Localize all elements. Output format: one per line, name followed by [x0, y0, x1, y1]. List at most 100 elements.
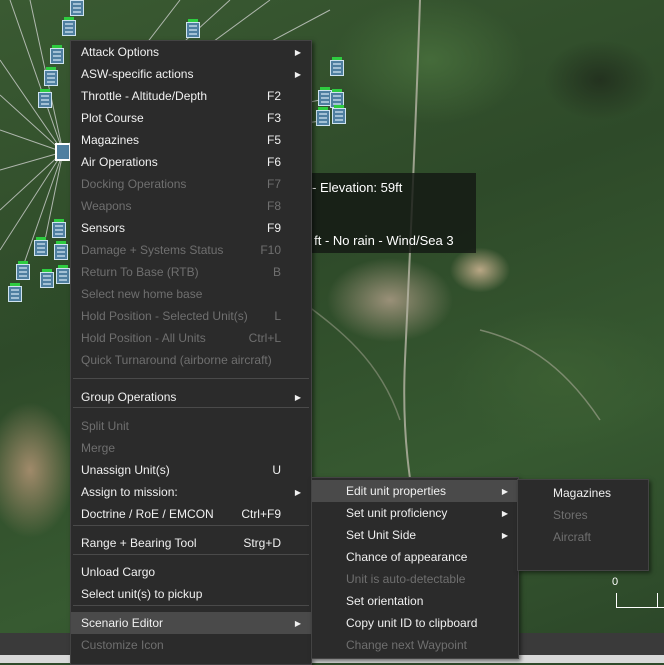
- menu-item-label: Damage + Systems Status: [81, 243, 224, 257]
- unit-icon[interactable]: [16, 261, 30, 280]
- unit-icon[interactable]: [44, 67, 58, 86]
- unit-icon[interactable]: [62, 17, 76, 36]
- menu-item-split-unit[interactable]: Split Unit: [71, 415, 311, 437]
- shortcut-label: F5: [266, 133, 281, 147]
- menu-item-customize-icon[interactable]: Customize Icon: [71, 634, 311, 656]
- menu-item-label: Aircraft: [553, 530, 592, 544]
- selected-unit-icon[interactable]: [55, 143, 71, 161]
- elevation-text: - Elevation: 59ft: [312, 180, 403, 195]
- menu-item-label: Hold Position - Selected Unit(s): [81, 309, 248, 323]
- menu-item-label: Attack Options: [81, 45, 160, 59]
- menu-item-stores[interactable]: Stores: [518, 504, 648, 526]
- unit-icon[interactable]: [56, 265, 70, 284]
- shortcut-label: L: [274, 309, 281, 323]
- menu-item-group-operations[interactable]: Group Operations ▶: [71, 386, 311, 408]
- shortcut-label: F3: [266, 111, 281, 125]
- menu-item-merge[interactable]: Merge: [71, 437, 311, 459]
- menu-separator: [73, 605, 309, 606]
- menu-item-edit-unit-properties[interactable]: Edit unit properties ▶: [312, 480, 518, 502]
- menu-item-doctrine-roe-emcon[interactable]: Doctrine / RoE / EMCON Ctrl+F9: [71, 503, 311, 525]
- submenu-arrow-icon: ▶: [294, 487, 301, 497]
- submenu-arrow-icon: ▶: [294, 618, 301, 628]
- menu-item-weapons[interactable]: Weapons F8: [71, 195, 311, 217]
- shortcut-label: F8: [266, 199, 281, 213]
- menu-item-label: Merge: [81, 441, 116, 455]
- menu-item-set-orientation[interactable]: Set orientation: [312, 590, 518, 612]
- menu-item-sensors[interactable]: Sensors F9: [71, 217, 311, 239]
- menu-item-label: Unassign Unit(s): [81, 463, 170, 477]
- menu-item-asw-specific-actions[interactable]: ASW-specific actions ▶: [71, 63, 311, 85]
- menu-item-throttle-altitude-depth[interactable]: Throttle - Altitude/Depth F2: [71, 85, 311, 107]
- menu-item-chance-of-appearance[interactable]: Chance of appearance: [312, 546, 518, 568]
- menu-item-return-to-base-rtb[interactable]: Return To Base (RTB) B: [71, 261, 311, 283]
- shortcut-label: F7: [266, 177, 281, 191]
- menu-item-label: Sensors: [81, 221, 126, 235]
- shortcut-label: F2: [266, 89, 281, 103]
- menu-item-copy-unit-id-to-clipboard[interactable]: Copy unit ID to clipboard: [312, 612, 518, 634]
- menu-item-label: Plot Course: [81, 111, 144, 125]
- menu-item-quick-turnaround-airborne-aircraft[interactable]: Quick Turnaround (airborne aircraft): [71, 349, 311, 371]
- menu-item-label: Weapons: [81, 199, 132, 213]
- shortcut-label: B: [272, 265, 281, 279]
- menu-item-label: Chance of appearance: [346, 550, 468, 564]
- menu-item-label: Set unit proficiency: [346, 506, 448, 520]
- unit-icon[interactable]: [54, 241, 68, 260]
- shortcut-label: F10: [260, 243, 281, 257]
- menu-item-change-next-waypoint[interactable]: Change next Waypoint: [312, 634, 518, 656]
- unit-icon[interactable]: [8, 283, 22, 302]
- menu-item-assign-to-mission[interactable]: Assign to mission: ▶: [71, 481, 311, 503]
- menu-item-label: Quick Turnaround (airborne aircraft): [81, 353, 272, 367]
- menu-item-air-operations[interactable]: Air Operations F6: [71, 151, 311, 173]
- menu-item-label: Select new home base: [81, 287, 203, 301]
- menu-item-label: Range + Bearing Tool: [81, 536, 197, 550]
- unit-icon[interactable]: [40, 269, 54, 288]
- unit-icon[interactable]: [38, 89, 52, 108]
- menu-item-label: Unload Cargo: [81, 565, 156, 579]
- unit-icon[interactable]: [186, 19, 200, 38]
- menu-item-set-unit-proficiency[interactable]: Set unit proficiency ▶: [312, 502, 518, 524]
- weather-text: k ft - No rain - Wind/Sea 3: [304, 233, 454, 248]
- menu-item-select-unit-s-to-pickup[interactable]: Select unit(s) to pickup: [71, 583, 311, 605]
- menu-item-magazines[interactable]: Magazines F5: [71, 129, 311, 151]
- menu-item-plot-course[interactable]: Plot Course F3: [71, 107, 311, 129]
- submenu-arrow-icon: ▶: [501, 530, 508, 540]
- menu-item-label: Group Operations: [81, 390, 177, 404]
- menu-item-docking-operations[interactable]: Docking Operations F7: [71, 173, 311, 195]
- menu-item-unload-cargo[interactable]: Unload Cargo: [71, 561, 311, 583]
- menu-item-hold-position-all-units[interactable]: Hold Position - All Units Ctrl+L: [71, 327, 311, 349]
- unit-icon[interactable]: [316, 107, 330, 126]
- scale-label: 0: [612, 576, 619, 588]
- unit-icon[interactable]: [34, 237, 48, 256]
- menu-item-unassign-unit-s[interactable]: Unassign Unit(s) U: [71, 459, 311, 481]
- menu-item-label: Return To Base (RTB): [81, 265, 199, 279]
- edit-unit-properties-submenu: Magazines Stores Aircraft: [517, 479, 649, 571]
- menu-item-magazines[interactable]: Magazines: [518, 482, 648, 504]
- menu-item-scenario-editor[interactable]: Scenario Editor ▶: [71, 612, 311, 634]
- menu-item-aircraft[interactable]: Aircraft: [518, 526, 648, 548]
- unit-icon[interactable]: [50, 45, 64, 64]
- menu-separator: [73, 554, 309, 555]
- unit-icon[interactable]: [332, 105, 346, 124]
- menu-item-label: Throttle - Altitude/Depth: [81, 89, 208, 103]
- menu-separator: [73, 525, 309, 526]
- unit-icon[interactable]: [52, 219, 66, 238]
- menu-item-unit-is-auto-detectable[interactable]: Unit is auto-detectable: [312, 568, 518, 590]
- shortcut-label: Strg+D: [243, 536, 281, 550]
- unit-icon[interactable]: [70, 0, 84, 16]
- shortcut-label: F9: [266, 221, 281, 235]
- menu-item-damage-systems-status[interactable]: Damage + Systems Status F10: [71, 239, 311, 261]
- menu-separator: [73, 378, 309, 379]
- menu-item-set-unit-side[interactable]: Set Unit Side ▶: [312, 524, 518, 546]
- submenu-arrow-icon: ▶: [294, 392, 301, 402]
- submenu-arrow-icon: ▶: [501, 508, 508, 518]
- map-info-tooltip: - Elevation: 59ft k ft - No rain - Wind/…: [300, 173, 476, 253]
- menu-item-select-new-home-base[interactable]: Select new home base: [71, 283, 311, 305]
- scale-ruler: [616, 593, 664, 608]
- menu-item-attack-options[interactable]: Attack Options ▶: [71, 41, 311, 63]
- menu-item-hold-position-selected-unit-s[interactable]: Hold Position - Selected Unit(s) L: [71, 305, 311, 327]
- unit-icon[interactable]: [330, 57, 344, 76]
- menu-item-label: Edit unit properties: [346, 484, 447, 498]
- menu-item-label: Doctrine / RoE / EMCON: [81, 507, 214, 521]
- menu-item-range-bearing-tool[interactable]: Range + Bearing Tool Strg+D: [71, 532, 311, 554]
- scenario-editor-submenu: Edit unit properties ▶ Set unit proficienc…: [311, 477, 519, 659]
